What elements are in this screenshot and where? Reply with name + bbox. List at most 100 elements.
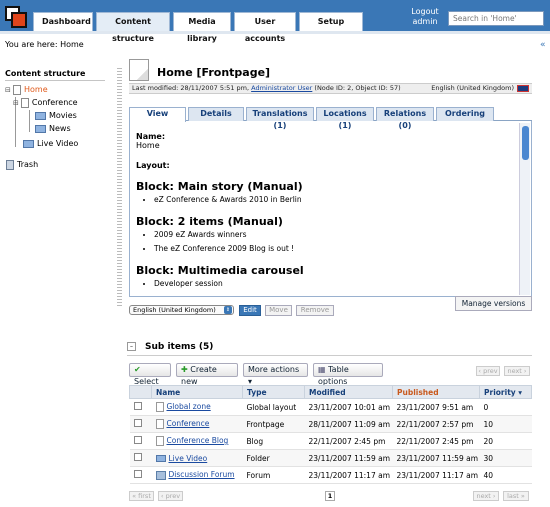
logout-link[interactable]: Logout admin: [410, 7, 440, 27]
prev-button-top[interactable]: ‹ prev: [476, 366, 500, 376]
priority-cell[interactable]: 0: [479, 398, 532, 416]
scrollbar-thumb[interactable]: [522, 126, 529, 160]
manage-versions-button[interactable]: Manage versions: [455, 296, 532, 311]
tree-item-label: Conference: [31, 98, 78, 107]
block-title: Block: 2 items (Manual): [136, 215, 283, 228]
tree-item-label: Home: [24, 85, 48, 94]
table-options-button[interactable]: ▦ Table options: [313, 363, 383, 386]
item-link[interactable]: Conference: [167, 419, 210, 428]
next-button-bottom[interactable]: next ›: [473, 491, 499, 501]
tree-item-label: Movies: [49, 111, 77, 120]
row-checkbox[interactable]: [133, 436, 142, 444]
frontpage-class-icon[interactable]: [129, 59, 149, 81]
tab-user-accounts[interactable]: User accounts: [234, 12, 296, 43]
folder-icon: [35, 112, 46, 120]
current-page[interactable]: 1: [325, 491, 335, 501]
tab-dashboard[interactable]: Dashboard: [33, 12, 93, 31]
last-button[interactable]: last »: [503, 491, 529, 501]
first-button[interactable]: « first: [129, 491, 154, 501]
name-value: Home: [136, 141, 160, 150]
table-row: Conference Blog Blog 22/11/2007 2:45 pm …: [129, 432, 532, 450]
collapse-right-panel-icon[interactable]: «: [540, 40, 546, 50]
view-content: Name: Home Layout: Block: Main story (Ma…: [136, 132, 516, 291]
col-name[interactable]: Name: [151, 385, 243, 399]
tab-details[interactable]: Details: [188, 107, 244, 121]
block-items: 2009 eZ Awards winners The eZ Conference…: [136, 228, 516, 256]
page-icon: [155, 402, 164, 412]
row-checkbox-cell: [129, 398, 152, 416]
edit-button[interactable]: Edit: [239, 305, 261, 316]
published-cell: 22/11/2007 2:45 pm: [392, 432, 480, 450]
subitems-title: Sub items (5): [145, 342, 214, 352]
priority-cell[interactable]: 40: [479, 466, 532, 484]
tree-item-movies[interactable]: Movies: [35, 111, 77, 121]
check-icon: ✔: [134, 365, 141, 374]
tree-item-live-video[interactable]: Live Video: [23, 139, 78, 149]
tab-relations[interactable]: Relations (0): [376, 107, 434, 130]
modified-cell: 23/11/2007 11:59 am: [304, 449, 393, 467]
published-cell: 23/11/2007 11:59 am: [392, 449, 480, 467]
search-input[interactable]: Search in 'Home': [448, 11, 544, 26]
subitems-divider: [127, 355, 532, 356]
meta-author-link[interactable]: Administrator User: [251, 84, 312, 92]
tree-expander[interactable]: ⊟: [5, 85, 11, 95]
ez-logo[interactable]: [5, 6, 27, 28]
modified-cell: 22/11/2007 2:45 pm: [304, 432, 393, 450]
col-priority[interactable]: Priority ▾: [479, 385, 532, 399]
prev-button-bottom[interactable]: ‹ prev: [158, 491, 183, 501]
col-type[interactable]: Type: [242, 385, 305, 399]
tab-setup[interactable]: Setup: [299, 12, 363, 31]
tree-title: Content structure: [5, 69, 86, 78]
priority-cell[interactable]: 30: [479, 449, 532, 467]
tab-locations[interactable]: Locations (1): [316, 107, 374, 130]
name-cell: Conference: [151, 415, 243, 433]
panel-resize-handle[interactable]: [117, 66, 122, 306]
page-icon: [155, 419, 164, 429]
tab-media-library[interactable]: Media library: [173, 12, 231, 43]
col-modified[interactable]: Modified: [304, 385, 393, 399]
tab-content-structure[interactable]: Content structure: [96, 12, 170, 43]
move-button[interactable]: Move: [265, 305, 292, 316]
subitems-toggle[interactable]: –: [127, 342, 136, 351]
more-actions-button[interactable]: More actions ▾: [243, 363, 308, 386]
row-checkbox[interactable]: [133, 419, 142, 427]
tree-item-conference[interactable]: ⊟ Conference: [13, 98, 78, 108]
tree-item-home[interactable]: Home: [13, 85, 48, 95]
block-items: eZ Conference & Awards 2010 in Berlin: [136, 193, 516, 207]
language-select[interactable]: English (United Kingdom) ⇕: [129, 305, 234, 315]
item-link[interactable]: Conference Blog: [167, 436, 229, 445]
modified-cell: 28/11/2007 11:09 am: [304, 415, 393, 433]
type-cell: Global layout: [242, 398, 305, 416]
remove-button[interactable]: Remove: [296, 305, 334, 316]
tab-ordering[interactable]: Ordering: [436, 107, 494, 121]
view-tabs: View Details Translations (1) Locations …: [129, 107, 532, 130]
tree-item-news[interactable]: News: [35, 124, 71, 134]
view-scrollbar[interactable]: [519, 123, 530, 295]
row-checkbox[interactable]: [133, 470, 142, 478]
block-title: Block: Multimedia carousel: [136, 264, 304, 277]
top-bar: Dashboard Content structure Media librar…: [0, 0, 550, 43]
tree-divider: [5, 80, 105, 81]
header-checkbox-col: [129, 385, 152, 399]
logout-label: Logout: [411, 7, 439, 16]
tab-view[interactable]: View: [129, 107, 186, 122]
table-row: Conference Frontpage 28/11/2007 11:09 am…: [129, 415, 532, 433]
table-row: Global zone Global layout 23/11/2007 10:…: [129, 398, 532, 416]
select-button[interactable]: ✔ Select: [129, 363, 171, 386]
tab-translations[interactable]: Translations (1): [246, 107, 314, 130]
create-new-button[interactable]: ✚ Create new: [176, 363, 238, 386]
item-link[interactable]: Global zone: [167, 402, 211, 411]
main-tabs: Dashboard Content structure Media librar…: [33, 12, 366, 43]
col-published[interactable]: Published: [392, 385, 480, 399]
published-cell: 23/11/2007 9:51 am: [392, 398, 480, 416]
item-link[interactable]: Discussion Forum: [169, 470, 235, 479]
next-button-top[interactable]: next ›: [504, 366, 530, 376]
priority-cell[interactable]: 10: [479, 415, 532, 433]
row-checkbox[interactable]: [133, 453, 142, 461]
table-row: Discussion Forum Forum 23/11/2007 11:17 …: [129, 466, 532, 484]
priority-cell[interactable]: 20: [479, 432, 532, 450]
row-checkbox[interactable]: [133, 402, 142, 410]
tree-item-trash[interactable]: Trash: [6, 160, 38, 170]
item-link[interactable]: Live Video: [169, 454, 208, 463]
breadcrumb: You are here: Home: [5, 40, 84, 49]
